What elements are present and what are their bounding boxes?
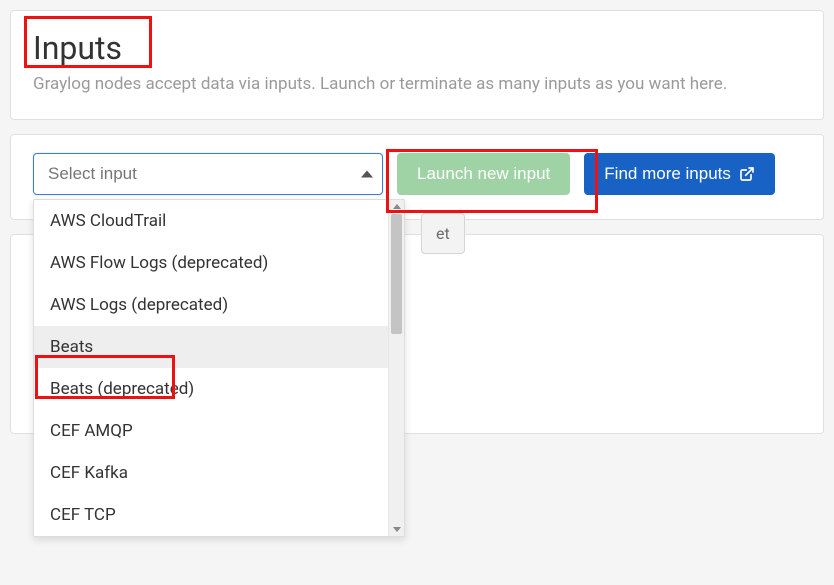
scrollbar-thumb[interactable]: [391, 214, 402, 334]
chevron-up-icon: [361, 171, 373, 178]
page-description: Graylog nodes accept data via inputs. La…: [33, 73, 801, 97]
input-type-field[interactable]: [33, 153, 383, 195]
dropdown-option[interactable]: CEF TCP: [34, 494, 388, 536]
page-title: Inputs: [33, 29, 122, 67]
dropdown-option[interactable]: AWS CloudTrail: [34, 200, 388, 242]
input-type-dropdown: AWS CloudTrailAWS Flow Logs (deprecated)…: [33, 199, 405, 537]
launch-new-input-button[interactable]: Launch new input: [397, 153, 570, 195]
controls-row: AWS CloudTrailAWS Flow Logs (deprecated)…: [33, 153, 801, 195]
dropdown-option[interactable]: AWS Logs (deprecated): [34, 284, 388, 326]
scrollbar[interactable]: [388, 200, 404, 536]
dropdown-option[interactable]: CEF Kafka: [34, 452, 388, 494]
obscured-button-fragment[interactable]: et: [421, 213, 465, 254]
dropdown-option[interactable]: Beats (deprecated): [34, 368, 388, 410]
find-more-inputs-button[interactable]: Find more inputs: [584, 153, 775, 195]
dropdown-option[interactable]: Beats: [34, 326, 388, 368]
find-label: Find more inputs: [604, 164, 731, 184]
header-panel: Inputs Graylog nodes accept data via inp…: [10, 10, 824, 120]
scroll-up-icon[interactable]: [393, 204, 401, 209]
dropdown-option[interactable]: CEF AMQP: [34, 410, 388, 452]
scroll-down-icon[interactable]: [393, 527, 401, 532]
dropdown-option[interactable]: AWS Flow Logs (deprecated): [34, 242, 388, 284]
dropdown-list: AWS CloudTrailAWS Flow Logs (deprecated)…: [34, 200, 388, 536]
external-link-icon: [739, 166, 755, 182]
launch-label: Launch new input: [417, 164, 550, 184]
input-type-select[interactable]: AWS CloudTrailAWS Flow Logs (deprecated)…: [33, 153, 383, 195]
controls-panel: AWS CloudTrailAWS Flow Logs (deprecated)…: [10, 134, 824, 220]
